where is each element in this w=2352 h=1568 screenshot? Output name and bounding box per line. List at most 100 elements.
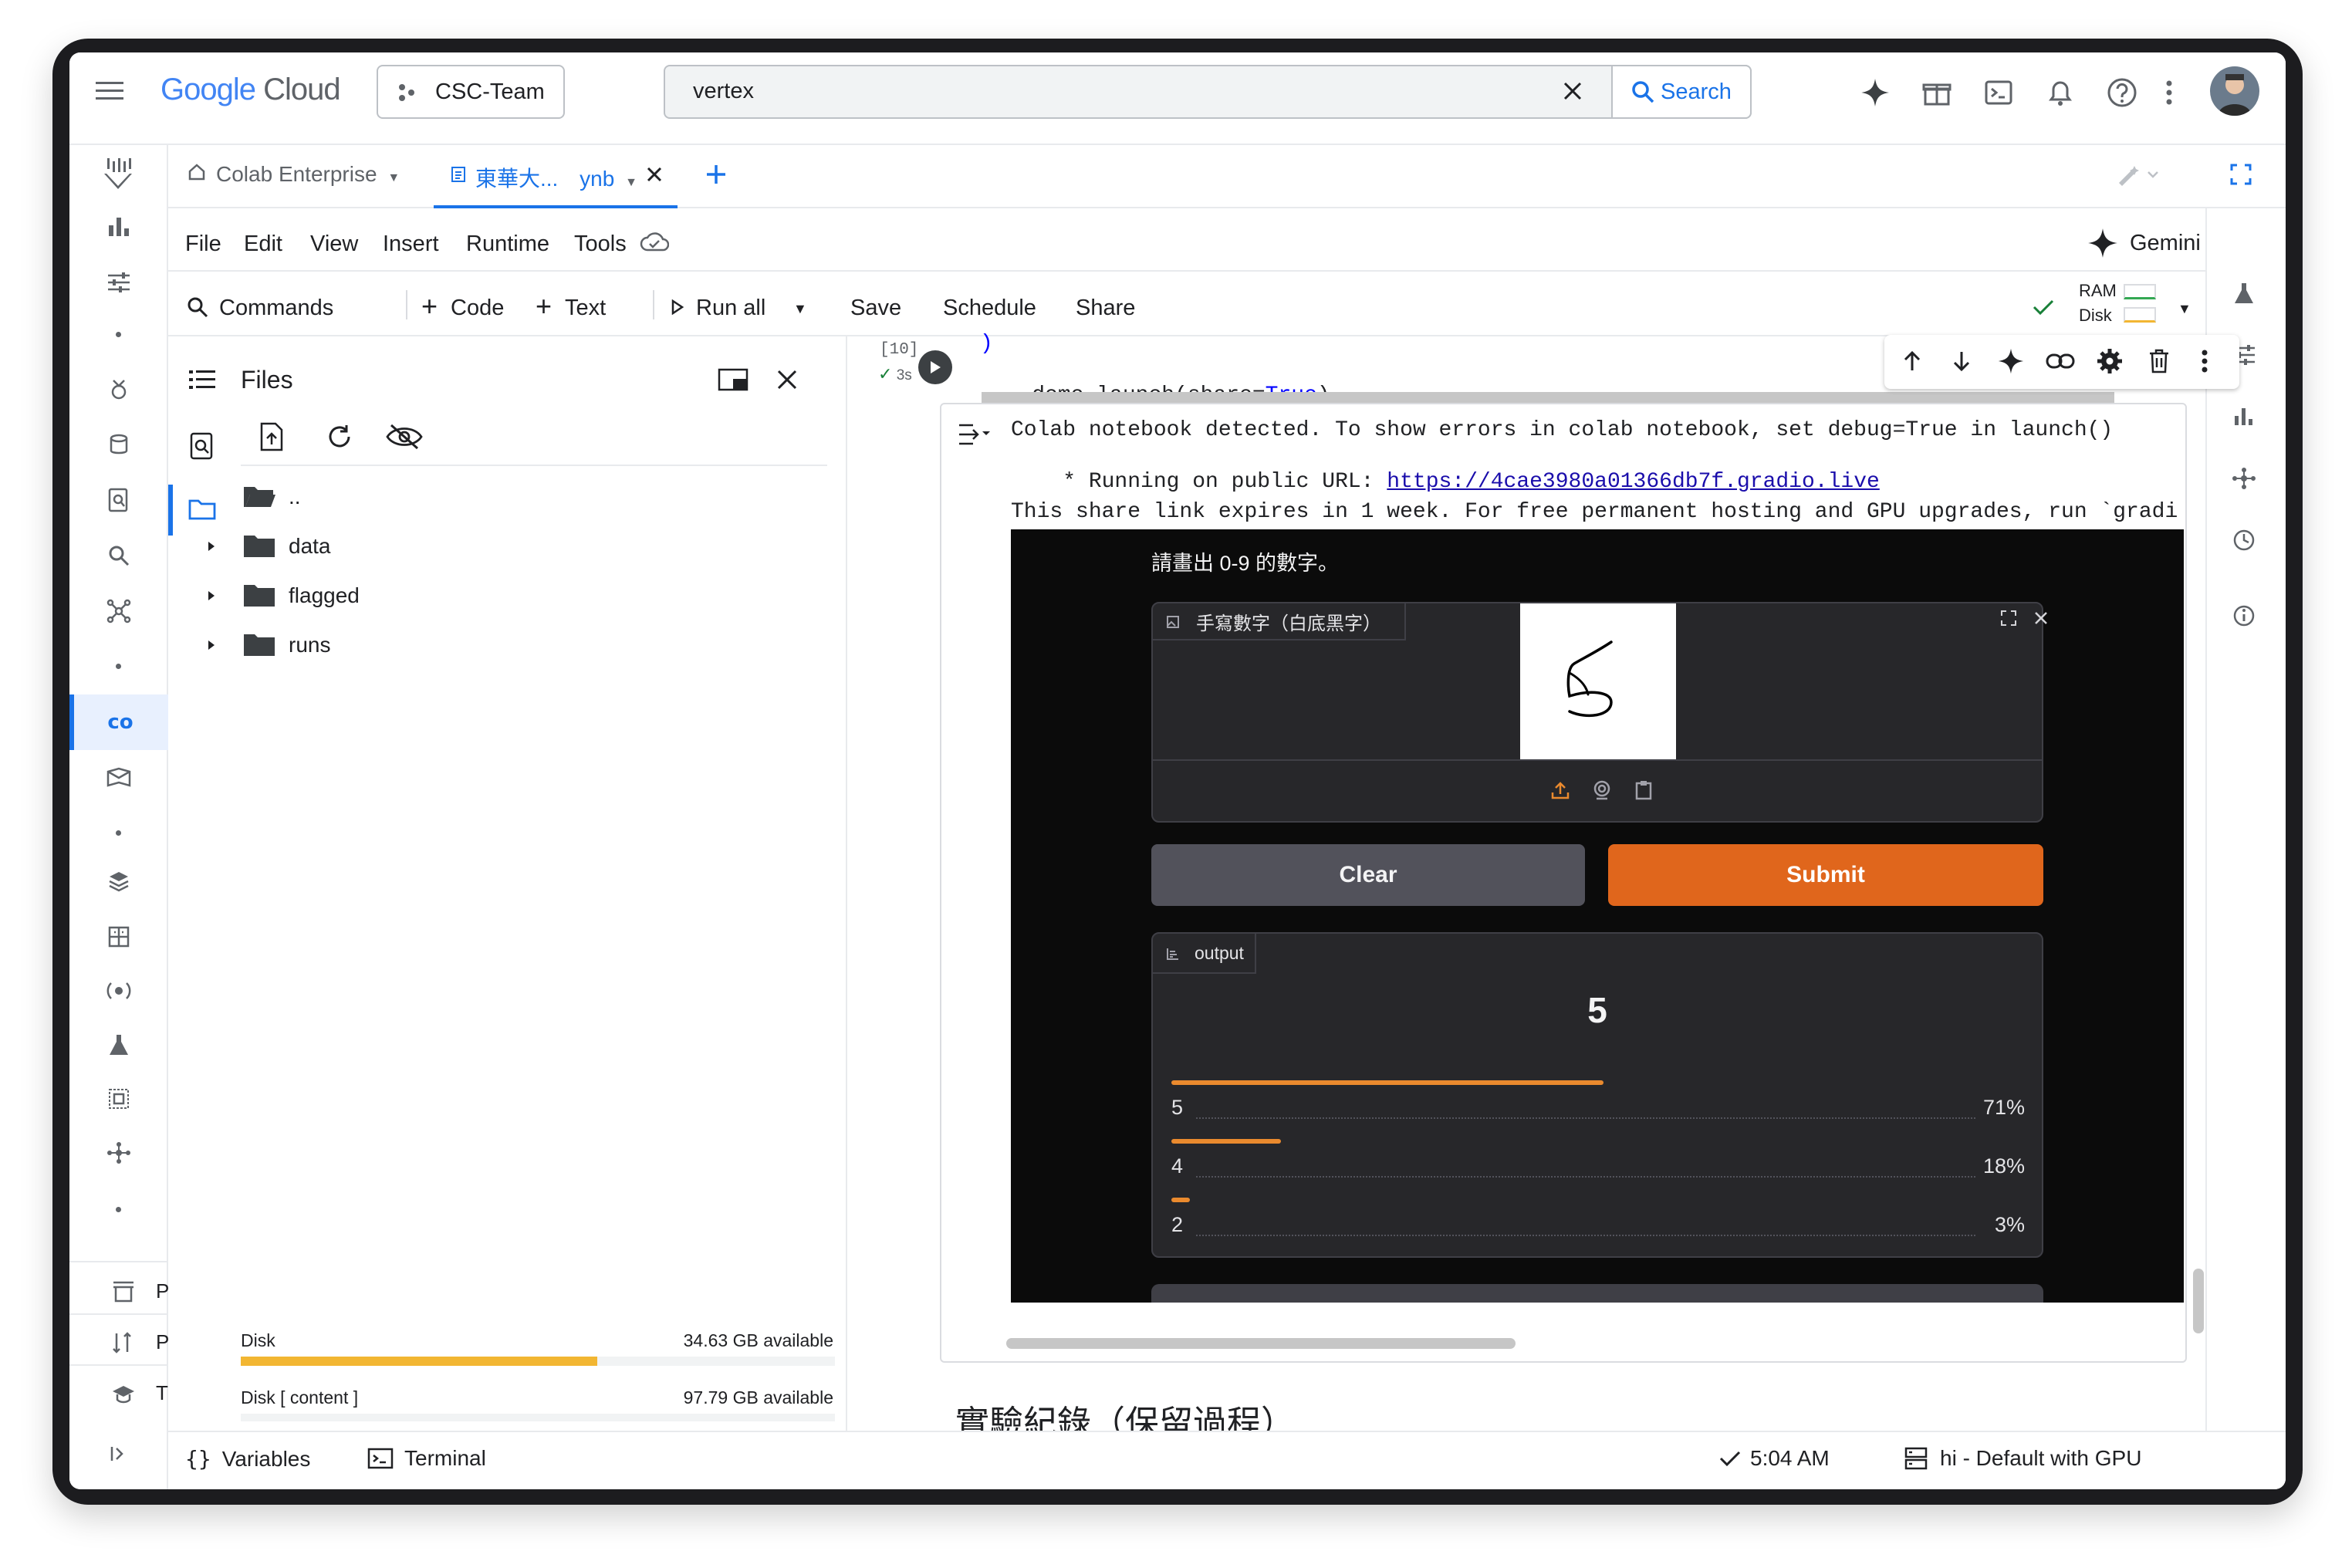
nav-label-p2[interactable]: P: [156, 1330, 169, 1354]
next-section-heading[interactable]: 實驗紀錄（保留過程）: [955, 1395, 1295, 1431]
parent-folder-entry[interactable]: ..: [289, 485, 301, 509]
runtime-dropdown-icon[interactable]: ▼: [2178, 301, 2191, 317]
cell-settings-gear-icon[interactable]: [2094, 346, 2125, 377]
datasets-icon[interactable]: [103, 429, 134, 460]
delete-cell-icon[interactable]: [2145, 346, 2173, 377]
workbench-icon[interactable]: [103, 762, 134, 793]
output-vscrollbar[interactable]: [2193, 1269, 2204, 1333]
history-rail-icon[interactable]: [2229, 525, 2259, 556]
move-down-icon[interactable]: [1948, 347, 1975, 375]
model-garden-icon[interactable]: [103, 373, 134, 404]
sketch-canvas[interactable]: [1520, 603, 1676, 759]
monitoring-icon[interactable]: [103, 975, 134, 1006]
hide-files-icon[interactable]: [383, 420, 426, 454]
share-button[interactable]: Share: [1076, 296, 1135, 321]
move-up-icon[interactable]: [1898, 347, 1926, 375]
nav-label-p1[interactable]: P: [156, 1279, 169, 1303]
gemini-button[interactable]: Gemini: [2087, 224, 2201, 262]
dashboard-icon[interactable]: [103, 211, 134, 242]
online-prediction-icon[interactable]: [103, 921, 134, 952]
google-cloud-logo[interactable]: Google Cloud: [161, 73, 341, 107]
submit-button[interactable]: Submit: [1608, 844, 2043, 906]
add-tab-icon[interactable]: [702, 161, 730, 188]
link-icon[interactable]: [2045, 347, 2076, 375]
run-cell-button[interactable]: [918, 350, 952, 384]
code-line-0[interactable]: ): [980, 332, 993, 356]
run-all-button[interactable]: Run all: [696, 296, 765, 321]
search-nav-icon[interactable]: [103, 540, 134, 571]
learn-icon[interactable]: [110, 1380, 137, 1407]
document-search-icon[interactable]: [103, 485, 134, 515]
expand-canvas-icon[interactable]: [1997, 607, 2020, 630]
code-hscrollbar[interactable]: [982, 392, 2114, 403]
gemini-sparkle-icon[interactable]: [1858, 76, 1892, 110]
expand-nav-icon[interactable]: [103, 1438, 134, 1469]
toc-icon[interactable]: [185, 364, 219, 395]
clear-button[interactable]: Clear: [1151, 844, 1585, 906]
user-avatar[interactable]: [2210, 66, 2259, 116]
cloud-shell-icon[interactable]: [1982, 76, 2016, 110]
resource-monitor[interactable]: RAM Disk: [2068, 281, 2161, 330]
menu-insert[interactable]: Insert: [383, 231, 439, 257]
refresh-icon[interactable]: [323, 420, 357, 454]
folder-flagged[interactable]: flagged: [289, 583, 360, 608]
help-icon[interactable]: [2105, 76, 2139, 110]
hamburger-menu-icon[interactable]: [94, 76, 125, 106]
find-replace-icon[interactable]: [185, 429, 219, 463]
expand-arrow-icon[interactable]: [202, 636, 221, 654]
edit-sparkle-icon[interactable]: [2114, 161, 2161, 188]
clear-search-icon[interactable]: [1559, 77, 1587, 105]
save-button[interactable]: Save: [850, 296, 901, 321]
output-hscrollbar[interactable]: [1006, 1338, 1516, 1349]
gemini-cell-icon[interactable]: [1995, 346, 2026, 377]
cell-more-icon[interactable]: [2193, 346, 2216, 377]
release-notes-icon[interactable]: [110, 1329, 137, 1357]
gradio-public-url-link[interactable]: https://4cae3980a01366db7f.gradio.live: [1387, 470, 1880, 494]
gift-icon[interactable]: [1920, 76, 1954, 110]
run-all-dropdown-icon[interactable]: ▼: [793, 301, 807, 317]
schedule-button[interactable]: Schedule: [943, 296, 1036, 321]
info-rail-icon[interactable]: [2229, 600, 2259, 631]
expand-arrow-icon[interactable]: [202, 586, 221, 605]
network-rail-icon[interactable]: [2229, 463, 2259, 494]
nav-label-t[interactable]: T: [156, 1381, 168, 1405]
more-vert-icon[interactable]: [2158, 76, 2181, 110]
webcam-icon[interactable]: [1590, 778, 1614, 803]
clipboard-icon[interactable]: [1631, 778, 1656, 803]
runtime-info-button[interactable]: hi - Default with GPU: [1904, 1446, 2141, 1471]
search-input[interactable]: [664, 65, 1752, 119]
terminal-button[interactable]: Terminal: [367, 1446, 486, 1471]
upload-file-icon[interactable]: [255, 418, 289, 455]
feature-store-icon[interactable]: [103, 1137, 134, 1168]
upload-image-icon[interactable]: [1548, 778, 1573, 803]
tab-colab-enterprise[interactable]: Colab Enterprise ▼: [216, 162, 400, 187]
variables-button[interactable]: {} Variables: [185, 1446, 310, 1472]
model-registry-icon[interactable]: [103, 866, 134, 897]
experiments-icon[interactable]: [103, 1029, 134, 1060]
metadata-icon[interactable]: [103, 1083, 134, 1114]
experiments-rail-icon[interactable]: [2229, 278, 2259, 309]
chart-rail-icon[interactable]: [2229, 401, 2259, 432]
menu-runtime[interactable]: Runtime: [466, 231, 549, 257]
add-code-button[interactable]: Code: [451, 296, 504, 321]
expand-arrow-icon[interactable]: [202, 537, 221, 556]
project-picker-button[interactable]: CSC-Team: [377, 65, 565, 119]
close-tab-icon[interactable]: [644, 164, 665, 185]
notifications-bell-icon[interactable]: [2043, 76, 2077, 110]
pipelines-icon[interactable]: [103, 596, 134, 627]
folder-data[interactable]: data: [289, 534, 331, 559]
close-panel-icon[interactable]: [772, 364, 803, 395]
files-tab-active[interactable]: [168, 485, 173, 536]
marketplace-icon[interactable]: [110, 1278, 137, 1306]
vertex-ai-logo-icon[interactable]: [99, 154, 137, 193]
menu-tools[interactable]: Tools: [574, 231, 627, 257]
menu-view[interactable]: View: [310, 231, 358, 257]
commands-button[interactable]: Commands: [219, 296, 333, 321]
clear-canvas-close-icon[interactable]: [2029, 607, 2053, 630]
output-actions-icon[interactable]: [955, 418, 992, 452]
menu-edit[interactable]: Edit: [244, 231, 282, 257]
search-button[interactable]: Search: [1611, 65, 1752, 119]
tune-icon[interactable]: [103, 267, 134, 298]
folder-runs[interactable]: runs: [289, 633, 330, 657]
undock-panel-icon[interactable]: [716, 364, 750, 395]
